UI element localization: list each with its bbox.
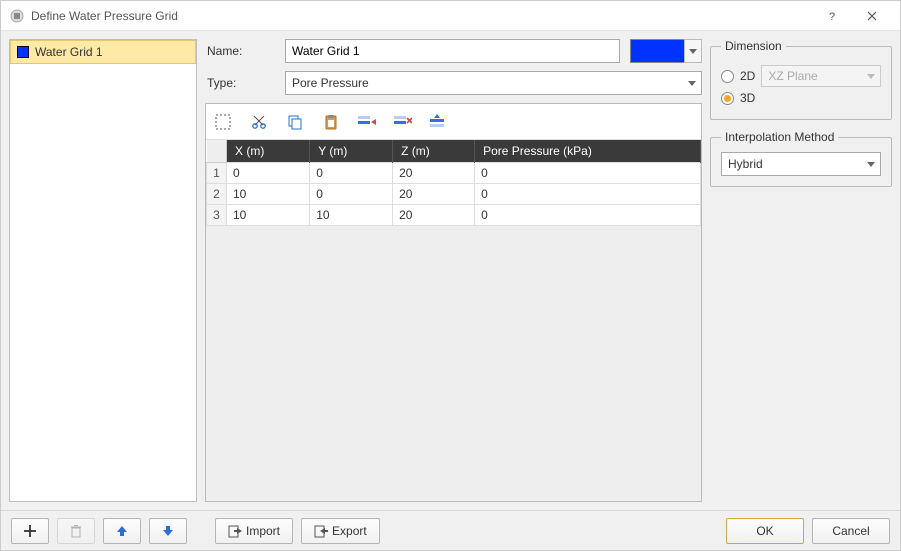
move-down-button[interactable] [149, 518, 187, 544]
plane-select-disabled: XZ Plane [761, 65, 881, 87]
radio-3d-label: 3D [740, 91, 755, 105]
window-title: Define Water Pressure Grid [31, 9, 812, 23]
cell-y[interactable]: 10 [310, 205, 393, 226]
app-icon [9, 8, 25, 24]
radio-2d-label: 2D [740, 69, 755, 83]
ok-button[interactable]: OK [726, 518, 804, 544]
cancel-button[interactable]: Cancel [812, 518, 890, 544]
col-header-pressure[interactable]: Pore Pressure (kPa) [475, 140, 701, 163]
interpolation-legend: Interpolation Method [721, 130, 838, 144]
cell-pressure[interactable]: 0 [475, 163, 701, 184]
select-all-icon[interactable] [214, 113, 232, 131]
table-row[interactable]: 100200 [207, 163, 701, 184]
table-corner[interactable] [207, 140, 227, 163]
row-header[interactable]: 3 [207, 205, 227, 226]
name-input[interactable] [285, 39, 620, 63]
table-row[interactable]: 2100200 [207, 184, 701, 205]
interpolation-select[interactable]: Hybrid [721, 152, 881, 176]
type-select-value: Pore Pressure [292, 76, 369, 90]
dimension-legend: Dimension [721, 39, 786, 53]
export-button[interactable]: Export [301, 518, 380, 544]
radio-2d[interactable] [721, 70, 734, 83]
cell-z[interactable]: 20 [393, 205, 475, 226]
svg-text:?: ? [829, 11, 835, 22]
radio-3d[interactable] [721, 92, 734, 105]
col-header-y[interactable]: Y (m) [310, 140, 393, 163]
grid-list-item[interactable]: Water Grid 1 [10, 40, 196, 64]
row-header[interactable]: 2 [207, 184, 227, 205]
import-label: Import [246, 524, 280, 538]
cut-icon[interactable] [250, 113, 268, 131]
cell-x[interactable]: 10 [227, 205, 310, 226]
grid-list-item-label: Water Grid 1 [35, 45, 103, 59]
delete-row-icon[interactable] [394, 113, 412, 131]
cell-z[interactable]: 20 [393, 163, 475, 184]
delete-button[interactable] [57, 518, 95, 544]
cancel-label: Cancel [832, 524, 869, 538]
export-label: Export [332, 524, 367, 538]
chevron-down-icon [866, 71, 876, 81]
move-up-button[interactable] [103, 518, 141, 544]
close-button[interactable] [852, 1, 892, 31]
paste-icon[interactable] [322, 113, 340, 131]
interpolation-value: Hybrid [728, 157, 763, 171]
import-button[interactable]: Import [215, 518, 293, 544]
cell-y[interactable]: 0 [310, 184, 393, 205]
help-button[interactable]: ? [812, 1, 852, 31]
plane-select-value: XZ Plane [768, 69, 817, 83]
copy-icon[interactable] [286, 113, 304, 131]
row-header[interactable]: 1 [207, 163, 227, 184]
color-picker-button[interactable] [630, 39, 685, 63]
interpolation-panel: Interpolation Method Hybrid [710, 130, 892, 187]
grid-list[interactable]: Water Grid 1 [9, 39, 197, 502]
table-toolbar [206, 104, 701, 140]
cell-x[interactable]: 10 [227, 184, 310, 205]
name-label: Name: [205, 44, 275, 58]
cell-x[interactable]: 0 [227, 163, 310, 184]
type-label: Type: [205, 76, 275, 90]
chevron-down-icon [866, 159, 876, 169]
color-dropdown-button[interactable] [684, 39, 702, 63]
insert-row-after-icon[interactable] [430, 113, 448, 131]
ok-label: OK [756, 524, 773, 538]
titlebar: Define Water Pressure Grid ? [1, 1, 900, 31]
dimension-panel: Dimension 2D XZ Plane 3D [710, 39, 892, 120]
data-table: X (m) Y (m) Z (m) Pore Pressure (kPa) 10… [206, 140, 701, 226]
cell-pressure[interactable]: 0 [475, 184, 701, 205]
insert-row-before-icon[interactable] [358, 113, 376, 131]
color-swatch-icon [17, 46, 29, 58]
dialog-window: Define Water Pressure Grid ? Water Grid … [0, 0, 901, 551]
cell-z[interactable]: 20 [393, 184, 475, 205]
col-header-x[interactable]: X (m) [227, 140, 310, 163]
footer: Import Export OK Cancel [1, 510, 900, 550]
type-select[interactable]: Pore Pressure [285, 71, 702, 95]
add-button[interactable] [11, 518, 49, 544]
table-scroll[interactable]: X (m) Y (m) Z (m) Pore Pressure (kPa) 10… [206, 140, 701, 501]
col-header-z[interactable]: Z (m) [393, 140, 475, 163]
cell-y[interactable]: 0 [310, 163, 393, 184]
chevron-down-icon [687, 78, 697, 88]
grid-list-panel: Water Grid 1 [9, 39, 197, 502]
table-panel: X (m) Y (m) Z (m) Pore Pressure (kPa) 10… [205, 103, 702, 502]
cell-pressure[interactable]: 0 [475, 205, 701, 226]
table-row[interactable]: 31010200 [207, 205, 701, 226]
